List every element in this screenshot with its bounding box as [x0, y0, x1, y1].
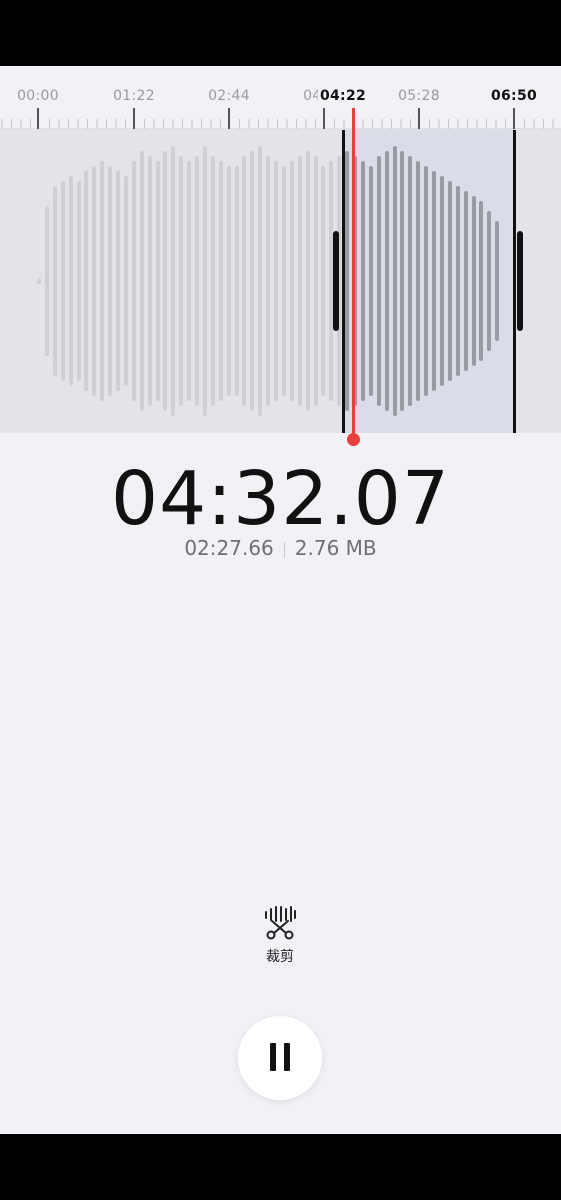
waveform-bar: [463, 191, 468, 371]
waveform-bar: [116, 171, 120, 391]
trim-label: 裁剪: [266, 949, 294, 965]
waveform-bar: [52, 186, 57, 376]
waveform-bar: [305, 151, 310, 411]
waveform-bar: [266, 156, 271, 406]
pause-icon: [284, 1043, 290, 1071]
waveform-bar: [439, 176, 444, 386]
recording-duration: 02:27.66: [184, 536, 274, 560]
playhead-knob[interactable]: [347, 433, 360, 446]
waveform-bar: [92, 166, 97, 396]
pause-icon: [270, 1043, 276, 1071]
waveform-bar: [432, 171, 436, 391]
selection-end-handle[interactable]: [517, 231, 523, 331]
selection-start-edge: [342, 130, 345, 433]
waveform-bar: [479, 201, 484, 361]
waveform-bar: [44, 206, 49, 356]
trim-button[interactable]: 裁剪: [240, 904, 320, 974]
waveform-bar: [495, 221, 500, 341]
waveform-bar: [187, 161, 192, 401]
waveform-bar: [384, 151, 389, 411]
waveform-bar: [163, 151, 168, 411]
waveform-bar: [289, 161, 294, 401]
waveform-bar: [487, 211, 492, 351]
waveform-bar: [447, 181, 452, 381]
waveform-bar: [100, 161, 105, 401]
waveform-bar: [218, 161, 223, 401]
waveform-bar: [155, 161, 160, 401]
waveform-bar: [60, 181, 65, 381]
waveform-bar: [139, 151, 144, 411]
waveform-bar: [210, 156, 215, 406]
selection-end-edge: [513, 130, 516, 433]
waveform-bar: [226, 166, 231, 396]
waveform-bar: [171, 146, 176, 416]
waveform-bar: [416, 161, 421, 401]
meta-divider: [283, 541, 285, 558]
waveform-bar: [321, 166, 326, 396]
waveform-bar: [195, 156, 199, 406]
waveform-bar: [345, 151, 350, 411]
waveform-bar: [37, 278, 41, 284]
waveform-bar: [368, 166, 373, 396]
waveform-bar: [297, 156, 302, 406]
waveform-bar: [179, 156, 184, 406]
waveform-bar: [455, 186, 460, 376]
waveform-bar: [400, 151, 405, 411]
selection-start-handle[interactable]: [333, 231, 339, 331]
waveform-bar: [123, 176, 128, 386]
waveform-bar: [424, 166, 429, 396]
waveform-bar: [84, 171, 89, 391]
waveform-bar: [376, 156, 381, 406]
waveform-bar: [147, 156, 152, 406]
waveform-bar: [313, 156, 318, 406]
waveform-bar: [392, 146, 397, 416]
ruler-ticks: [0, 108, 561, 130]
scissors-waveform-icon: [265, 906, 296, 940]
waveform-bar: [274, 161, 278, 401]
waveform-bar: [76, 181, 81, 381]
waveform-bar: [281, 166, 286, 396]
playhead[interactable]: [352, 108, 355, 438]
pause-button[interactable]: [238, 1016, 322, 1100]
waveform-bar: [360, 161, 365, 401]
file-size: 2.76 MB: [294, 536, 377, 560]
recorder-screen: 00:00 01:22 02:44 04:06 05:28 06:50 04:2…: [0, 66, 561, 1134]
waveform-bar: [68, 176, 73, 386]
waveform-bar: [408, 156, 413, 406]
waveform-bar: [471, 196, 476, 366]
timeline-ruler[interactable]: 00:00 01:22 02:44 04:06 05:28 06:50 04:2…: [0, 66, 561, 130]
waveform-bar: [202, 146, 207, 416]
waveform-bar: [258, 146, 263, 416]
waveform-bar: [242, 156, 247, 406]
waveform-bar: [250, 151, 255, 411]
waveform-bar: [131, 161, 136, 401]
recording-meta: 02:27.66 2.76 MB: [0, 536, 561, 560]
waveform-bar: [234, 166, 239, 396]
current-time: 04:32.07: [111, 456, 450, 542]
waveform-bar: [108, 166, 113, 396]
